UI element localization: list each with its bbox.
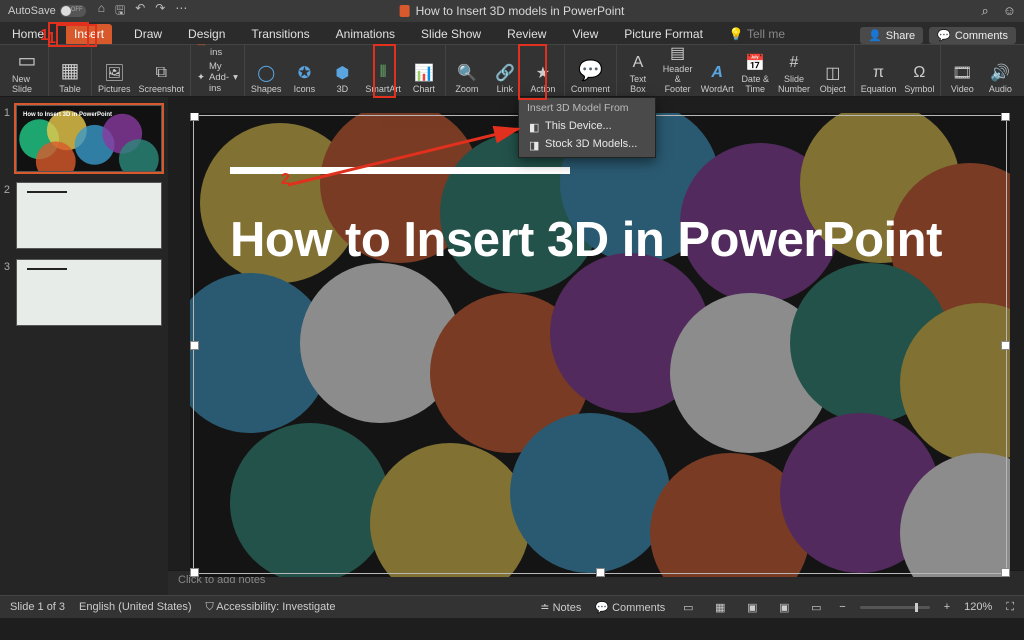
- thumbnail-slide-3[interactable]: 3: [2, 259, 162, 326]
- video-button[interactable]: 🎞Video: [947, 63, 977, 94]
- qat-save-icon[interactable]: 🖫: [115, 1, 125, 22]
- screenshot-button[interactable]: ⧉Screenshot: [139, 63, 185, 94]
- search-icon[interactable]: ⌕: [981, 3, 988, 19]
- account-icon[interactable]: ☺: [1003, 3, 1016, 19]
- wordart-button[interactable]: AWordArt: [702, 63, 732, 94]
- link-button[interactable]: 🔗Link: [490, 63, 520, 94]
- status-bar: Slide 1 of 3 English (United States) ⛉ A…: [0, 595, 1024, 618]
- autosave-toggle[interactable]: AutoSave OFF: [8, 5, 86, 17]
- powerpoint-file-icon: [400, 5, 410, 17]
- cube-icon: ◨: [529, 139, 539, 149]
- tab-slideshow[interactable]: Slide Show: [417, 24, 485, 44]
- document-title: How to Insert 3D models in PowerPoint: [400, 4, 625, 18]
- sorter-view-icon[interactable]: ▦: [711, 600, 729, 614]
- share-button[interactable]: 👤 Share: [860, 27, 923, 44]
- comments-button[interactable]: 💬 Comments: [929, 27, 1016, 44]
- zoom-in-icon[interactable]: +: [944, 601, 950, 613]
- tab-design[interactable]: Design: [184, 24, 229, 44]
- annotation-number-1-overlay: 1: [40, 27, 49, 45]
- qat-redo-icon[interactable]: ↷: [155, 1, 165, 22]
- dropdown-item-stock-models[interactable]: ◨Stock 3D Models...: [519, 135, 655, 153]
- dropdown-header: Insert 3D Model From: [519, 98, 655, 117]
- header-footer-button[interactable]: ▤Header & Footer: [661, 43, 694, 94]
- tab-view[interactable]: View: [568, 24, 602, 44]
- object-button[interactable]: ◫Object: [818, 63, 848, 94]
- smartart-button[interactable]: ⫴SmartArt: [365, 63, 401, 94]
- tab-picture-format[interactable]: Picture Format: [620, 24, 707, 44]
- accessibility-status[interactable]: ⛉ Accessibility: Investigate: [206, 601, 336, 614]
- dropdown-item-this-device[interactable]: ◧This Device...: [519, 117, 655, 135]
- reading-view-icon[interactable]: ▣: [743, 600, 761, 614]
- presenter-view-icon[interactable]: ▭: [807, 600, 825, 614]
- slide-title[interactable]: How to Insert 3D in PowerPoint: [230, 215, 942, 266]
- textbox-button[interactable]: AText Box: [623, 53, 653, 94]
- comment-button[interactable]: 💬Comment: [571, 57, 610, 94]
- symbol-button[interactable]: ΩSymbol: [904, 63, 934, 94]
- annotation-number-2: 2: [281, 171, 290, 189]
- slide-number-button[interactable]: #Slide Number: [778, 53, 810, 94]
- 3d-model-dropdown: Insert 3D Model From ◧This Device... ◨St…: [518, 97, 656, 158]
- shapes-button[interactable]: ◯Shapes: [251, 63, 282, 94]
- thumbnail-title: How to Insert 3D in PowerPoint: [23, 112, 155, 118]
- slide-thumbnails-panel[interactable]: 1 How to Insert 3D in PowerPoint 2 3: [0, 97, 168, 595]
- thumbnail-slide-2[interactable]: 2: [2, 182, 162, 249]
- qat-undo-icon[interactable]: ↶: [135, 1, 145, 22]
- quick-access-toolbar: ⌂ 🖫 ↶ ↷ ⋯: [98, 1, 188, 22]
- pictures-button[interactable]: 🖼Pictures: [98, 63, 131, 94]
- 3d-models-button[interactable]: ⬢3D: [327, 63, 357, 94]
- slide-counter[interactable]: Slide 1 of 3: [10, 601, 65, 613]
- tab-draw[interactable]: Draw: [130, 24, 166, 44]
- zoom-level[interactable]: 120%: [964, 601, 992, 613]
- tab-animations[interactable]: Animations: [332, 24, 399, 44]
- tab-insert[interactable]: Insert: [66, 24, 112, 44]
- qat-home-icon[interactable]: ⌂: [98, 1, 105, 22]
- cube-icon: ◧: [529, 121, 539, 131]
- language-status[interactable]: English (United States): [79, 601, 192, 613]
- title-bar: AutoSave OFF ⌂ 🖫 ↶ ↷ ⋯ How to Insert 3D …: [0, 0, 1024, 22]
- qat-more-icon[interactable]: ⋯: [175, 1, 187, 22]
- audio-button[interactable]: 🔊Audio: [985, 63, 1015, 94]
- slideshow-view-icon[interactable]: ▣: [775, 600, 793, 614]
- action-button[interactable]: ★Action: [528, 63, 558, 94]
- ribbon: ▭New Slide ▦Table 🖼Pictures ⧉Screenshot …: [0, 44, 1024, 97]
- ribbon-tabs: Home Insert Draw Design Transitions Anim…: [0, 22, 1024, 44]
- comments-toggle[interactable]: 💬 Comments: [595, 601, 665, 614]
- zoom-slider[interactable]: [860, 606, 930, 609]
- notes-toggle[interactable]: ≐ Notes: [540, 601, 581, 614]
- normal-view-icon[interactable]: ▭: [679, 600, 697, 614]
- thumbnail-slide-1[interactable]: 1 How to Insert 3D in PowerPoint: [2, 105, 162, 172]
- table-button[interactable]: ▦Table: [55, 57, 85, 94]
- equation-button[interactable]: πEquation: [861, 63, 897, 94]
- tab-transitions[interactable]: Transitions: [247, 24, 313, 44]
- icons-button[interactable]: ✪Icons: [289, 63, 319, 94]
- my-addins-button[interactable]: ✦My Add-ins▾: [197, 61, 238, 94]
- zoom-button[interactable]: 🔍Zoom: [452, 63, 482, 94]
- tell-me-search[interactable]: 💡 Tell me: [725, 24, 789, 44]
- slide-canvas[interactable]: How to Insert 3D in PowerPoint: [190, 113, 1010, 577]
- zoom-out-icon[interactable]: −: [839, 601, 845, 613]
- chart-button[interactable]: 📊Chart: [409, 63, 439, 94]
- date-time-button[interactable]: 📅Date & Time: [740, 53, 770, 94]
- new-slide-button[interactable]: ▭New Slide: [12, 47, 42, 94]
- tab-review[interactable]: Review: [503, 24, 550, 44]
- fit-to-window-icon[interactable]: ⛶: [1006, 601, 1014, 614]
